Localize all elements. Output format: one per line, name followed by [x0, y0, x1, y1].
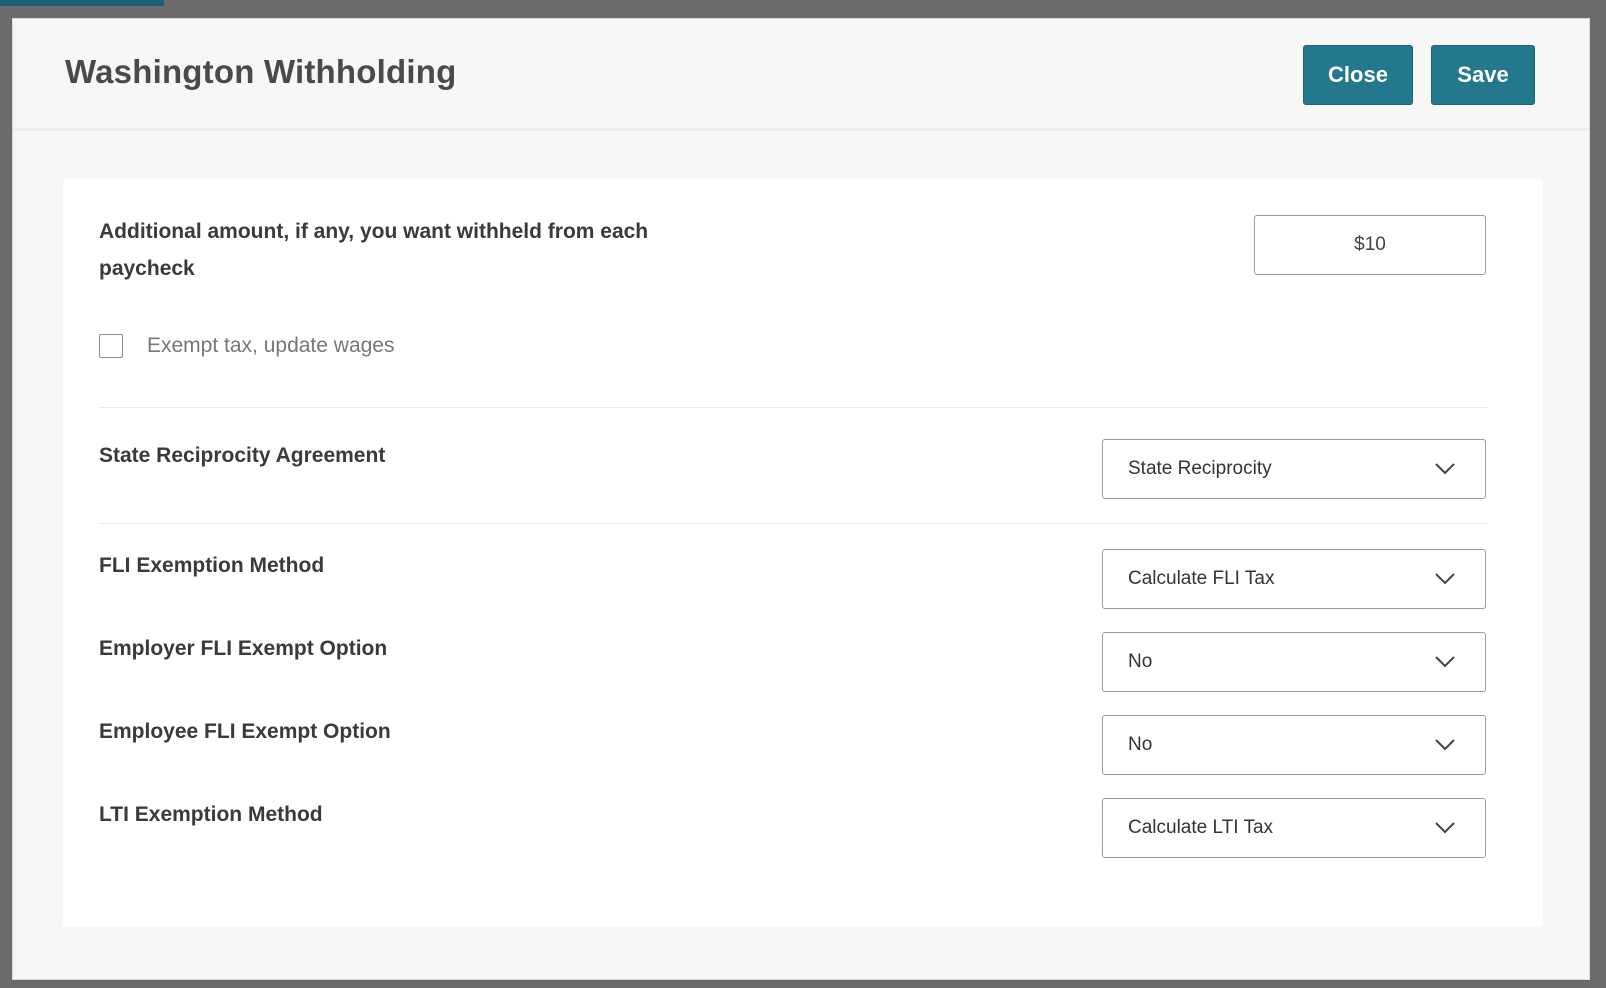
close-button[interactable]: Close — [1303, 45, 1413, 105]
modal-header: Washington Withholding Close Save — [13, 19, 1589, 131]
additional-amount-label: Additional amount, if any, you want with… — [99, 220, 649, 280]
lti-exemption-method-label: LTI Exemption Method — [99, 803, 323, 826]
exempt-tax-label: Exempt tax, update wages — [147, 334, 395, 357]
employee-fli-exempt-select[interactable]: No — [1102, 715, 1486, 775]
lti-exemption-method-value: Calculate LTI Tax — [1128, 817, 1274, 838]
lti-exemption-method-select[interactable]: Calculate LTI Tax — [1102, 798, 1486, 858]
employer-fli-exempt-select[interactable]: No — [1102, 632, 1486, 692]
form-card: Additional amount, if any, you want with… — [63, 179, 1543, 927]
section-divider — [99, 523, 1487, 524]
fli-exemption-method-select[interactable]: Calculate FLI Tax — [1102, 549, 1486, 609]
employee-fli-exempt-value: No — [1128, 734, 1153, 755]
section-divider — [99, 407, 1487, 408]
background-tab-indicator — [0, 0, 164, 6]
chevron-down-icon — [1435, 822, 1455, 834]
chevron-down-icon — [1435, 656, 1455, 668]
chevron-down-icon — [1435, 463, 1455, 475]
employee-fli-exempt-label: Employee FLI Exempt Option — [99, 720, 391, 743]
state-reciprocity-select[interactable]: State Reciprocity — [1102, 439, 1486, 499]
fli-exemption-method-value: Calculate FLI Tax — [1128, 568, 1275, 589]
modal-title: Washington Withholding — [65, 53, 457, 90]
employer-fli-exempt-label: Employer FLI Exempt Option — [99, 637, 388, 660]
chevron-down-icon — [1435, 573, 1455, 585]
state-reciprocity-value: State Reciprocity — [1128, 458, 1272, 479]
withholding-modal: Washington Withholding Close Save Additi… — [12, 18, 1590, 980]
additional-amount-input[interactable] — [1254, 215, 1486, 275]
exempt-tax-row[interactable]: Exempt tax, update wages — [99, 331, 394, 361]
save-button[interactable]: Save — [1431, 45, 1535, 105]
fli-exemption-method-label: FLI Exemption Method — [99, 554, 325, 577]
employer-fli-exempt-value: No — [1128, 651, 1153, 672]
state-reciprocity-label: State Reciprocity Agreement — [99, 444, 386, 467]
chevron-down-icon — [1435, 739, 1455, 751]
exempt-tax-checkbox[interactable] — [99, 334, 123, 358]
